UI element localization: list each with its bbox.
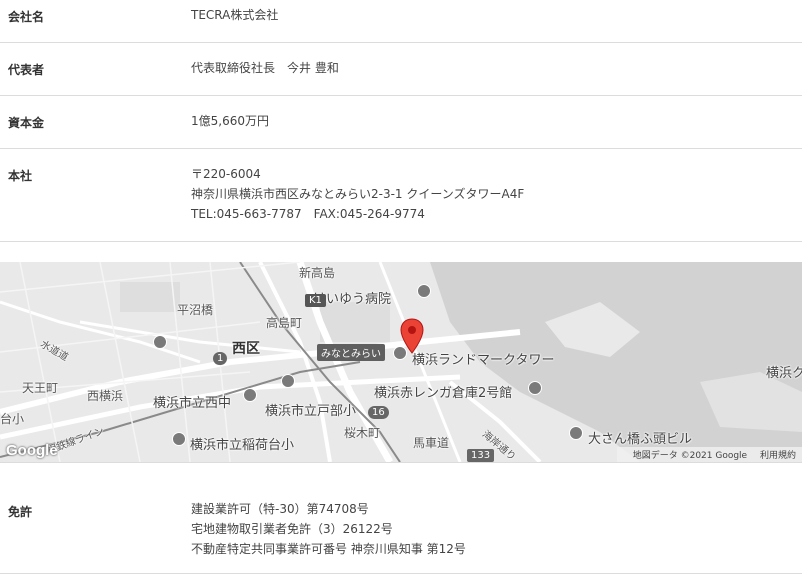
row-license: 免許 建設業許可（特-30）第74708号 宅地建物取引業者免許（3）26122… <box>0 462 802 574</box>
license-2: 宅地建物取引業者免許（3）26122号 <box>191 522 393 536</box>
poi-daisho[interactable]: 台小 <box>0 410 24 427</box>
poi-akarenga[interactable]: 横浜赤レンガ倉庫2号館 <box>374 382 512 401</box>
google-map[interactable]: 新高島 けいゆう病院 平沼橋 高島町 みなとみらい 横浜ランドマークタワー 西区… <box>0 262 802 462</box>
poi-takashimacho[interactable]: 高島町 <box>266 314 302 331</box>
school-icon[interactable] <box>243 388 257 402</box>
poi-nishinaka[interactable]: 横浜市立西中 <box>153 392 231 411</box>
license-1: 建設業許可（特-30）第74708号 <box>191 502 369 516</box>
company-name-label: 会社名 <box>8 10 45 24</box>
poi-yokohama-right[interactable]: 横浜ク <box>766 362 802 381</box>
poi-inaridai[interactable]: 横浜市立稲荷台小 <box>190 434 294 453</box>
terms-link[interactable]: 利用規約 <box>760 451 796 461</box>
representative-value: 代表取締役社長 今井 豊和 <box>191 58 339 78</box>
poi-nishiku: 西区 <box>232 341 260 357</box>
poi-sakuragicho[interactable]: 桜木町 <box>344 424 380 441</box>
poi-bashamichi[interactable]: 馬車道 <box>413 434 449 451</box>
route-16: 16 <box>368 406 389 419</box>
license-value: 建設業許可（特-30）第74708号 宅地建物取引業者免許（3）26122号 不… <box>191 499 466 559</box>
poi-tobe[interactable]: 横浜市立戸部小 <box>265 400 356 419</box>
poi-hiranuma[interactable]: 平沼橋 <box>177 301 213 318</box>
poi-tennocho[interactable]: 天王町 <box>22 379 58 396</box>
capital-text: 1億5,660万円 <box>191 114 269 128</box>
hq-zip: 〒220-6004 <box>191 167 261 181</box>
poi-shintakashima[interactable]: 新高島 <box>299 264 335 281</box>
building-icon[interactable] <box>569 426 583 440</box>
route-133: 133 <box>467 449 495 462</box>
row-headquarters: 本社 〒220-6004 神奈川県横浜市西区みなとみらい2-3-1 クイーンズタ… <box>0 149 802 242</box>
google-logo[interactable]: Google <box>6 442 58 459</box>
license-label: 免許 <box>8 505 33 519</box>
school-icon-2[interactable] <box>281 374 295 388</box>
poi-nishiyokohama[interactable]: 西横浜 <box>87 387 123 404</box>
poi-landmark-tower[interactable]: 横浜ランドマークタワー <box>412 349 554 368</box>
map-attribution: 地図データ ©2021 Google 利用規約 <box>616 447 802 462</box>
route-k1: K1 <box>305 294 326 307</box>
company-name-value: TECRA株式会社 <box>191 5 278 25</box>
poi-minatomirai-tag[interactable]: みなとみらい <box>317 344 385 361</box>
park-icon[interactable] <box>153 335 167 349</box>
poi-osanbashi[interactable]: 大さん橋ふ頭ビル <box>588 428 692 447</box>
school-icon-3[interactable] <box>172 432 186 446</box>
license-3: 不動産特定共同事業許可番号 神奈川県知事 第12号 <box>191 542 466 556</box>
row-company-name: 会社名 TECRA株式会社 <box>0 0 802 43</box>
hq-address: 神奈川県横浜市西区みなとみらい2-3-1 クイーンズタワーA4F <box>191 187 525 201</box>
shopping-icon-2[interactable] <box>528 381 542 395</box>
hospital-icon[interactable] <box>417 284 431 298</box>
company-name-text: TECRA株式会社 <box>191 8 279 22</box>
capital-label: 資本金 <box>8 116 45 130</box>
map-data-text: 地図データ ©2021 Google <box>632 451 748 461</box>
location-pin-icon[interactable] <box>399 318 425 354</box>
representative-label: 代表者 <box>8 63 45 77</box>
headquarters-label: 本社 <box>8 169 33 183</box>
capital-value: 1億5,660万円 <box>191 111 269 131</box>
headquarters-value: 〒220-6004 神奈川県横浜市西区みなとみらい2-3-1 クイーンズタワーA… <box>191 164 524 224</box>
hq-contact: TEL:045-663-7787 FAX:045-264-9774 <box>191 207 425 221</box>
row-capital: 資本金 1億5,660万円 <box>0 96 802 149</box>
representative-text: 代表取締役社長 今井 豊和 <box>191 61 339 75</box>
row-representative: 代表者 代表取締役社長 今井 豊和 <box>0 43 802 96</box>
